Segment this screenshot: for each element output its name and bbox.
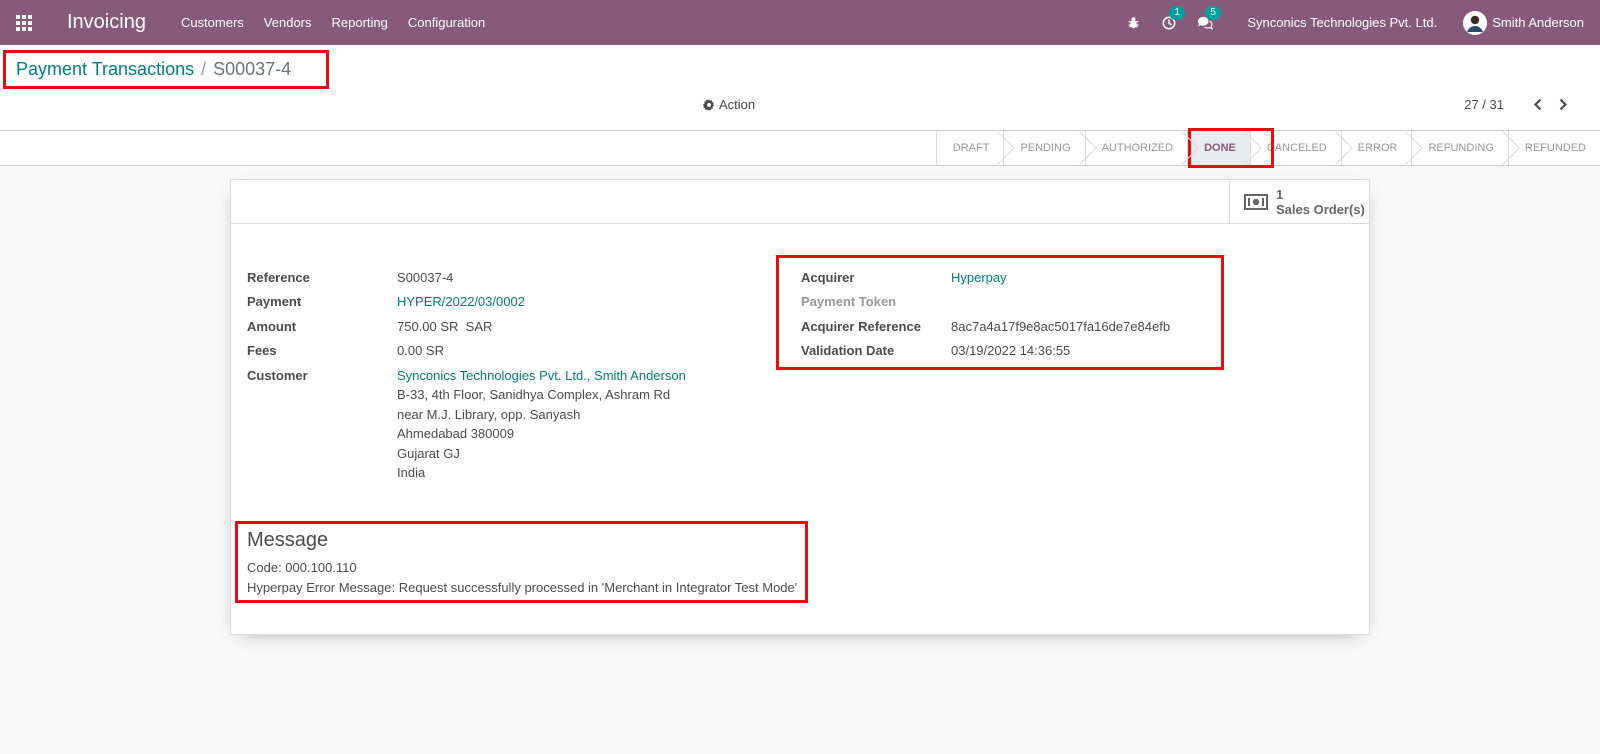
menu-reporting[interactable]: Reporting <box>332 15 388 30</box>
payment-link[interactable]: HYPER/2022/03/0002 <box>397 294 525 309</box>
activity-clock-icon[interactable]: 1 <box>1159 5 1185 33</box>
breadcrumb-separator: / <box>201 59 207 79</box>
status-stages: DRAFT PENDING AUTHORIZED DONE CANCELED E… <box>935 131 1600 165</box>
apps-menu-icon[interactable] <box>0 0 48 45</box>
gear-icon <box>703 98 715 111</box>
message-error: Hyperpay Error Message: Request successf… <box>247 580 798 595</box>
stage-canceled[interactable]: CANCELED <box>1249 131 1341 165</box>
customer-address-line: B-33, 4th Floor, Sanidhya Complex, Ashra… <box>397 387 671 402</box>
amount-label: Amount <box>247 319 297 334</box>
pager-previous-icon[interactable] <box>1530 96 1544 112</box>
payment-label: Payment <box>247 294 302 309</box>
breadcrumb-current: S00037-4 <box>213 59 292 79</box>
smart-button-box: 1 Sales Order(s) <box>231 180 1369 224</box>
debug-bug-icon[interactable] <box>1123 13 1143 33</box>
menu-vendors[interactable]: Vendors <box>264 15 312 30</box>
acquirer-reference-label: Acquirer Reference <box>801 319 921 334</box>
menu-customers[interactable]: Customers <box>181 15 244 30</box>
record-pager: 27 / 31 <box>1464 96 1570 112</box>
money-icon <box>1244 194 1268 210</box>
acquirer-label: Acquirer <box>801 270 855 285</box>
amount-value: 750.00 SR SAR <box>397 319 493 334</box>
message-count-badge: 5 <box>1205 5 1221 20</box>
stage-refunding[interactable]: REFUNDING <box>1411 131 1507 165</box>
form-sheet: 1 Sales Order(s) Reference S00037-4 Paym… <box>230 179 1370 635</box>
control-panel: Payment Transactions / S00037-4 Action 2… <box>0 45 1600 131</box>
action-label: Action <box>719 97 756 112</box>
customer-address-line: India <box>397 465 426 480</box>
breadcrumb: Payment Transactions / S00037-4 <box>16 59 291 80</box>
sales-orders-button[interactable]: 1 Sales Order(s) <box>1229 180 1369 224</box>
top-navbar: Invoicing Customers Vendors Reporting Co… <box>0 0 1600 45</box>
app-title[interactable]: Invoicing <box>67 11 146 34</box>
acquirer-link[interactable]: Hyperpay <box>951 270 1007 285</box>
stage-draft[interactable]: DRAFT <box>935 131 1004 165</box>
sales-orders-label: Sales Order(s) <box>1276 202 1365 217</box>
customer-address-line: Gujarat GJ <box>397 446 460 461</box>
company-switcher[interactable]: Synconics Technologies Pvt. Ltd. <box>1247 15 1437 30</box>
stage-authorized[interactable]: AUTHORIZED <box>1084 131 1188 165</box>
stage-pending[interactable]: PENDING <box>1003 131 1084 165</box>
fees-value: 0.00 SR <box>397 343 444 358</box>
navbar-systray: 1 5 Synconics Technologies Pvt. Ltd. Smi… <box>1123 0 1584 45</box>
reference-value: S00037-4 <box>397 270 454 285</box>
pager-value[interactable]: 27 / 31 <box>1464 97 1504 112</box>
customer-address-line: near M.J. Library, opp. Sanyash <box>397 407 581 422</box>
validation-date-label: Validation Date <box>801 343 895 358</box>
sales-orders-stat: 1 Sales Order(s) <box>1276 187 1365 217</box>
message-title: Message <box>247 529 329 551</box>
action-menu-button[interactable]: Action <box>703 97 755 112</box>
stage-refunded[interactable]: REFUNDED <box>1507 131 1600 165</box>
customer-link[interactable]: Synconics Technologies Pvt. Ltd., Smith … <box>397 368 686 383</box>
user-avatar[interactable] <box>1463 10 1488 35</box>
breadcrumb-parent-link[interactable]: Payment Transactions <box>16 59 194 80</box>
customer-label: Customer <box>247 368 308 383</box>
menu-configuration[interactable]: Configuration <box>408 15 485 30</box>
form-statusbar: DRAFT PENDING AUTHORIZED DONE CANCELED E… <box>0 131 1600 166</box>
fees-label: Fees <box>247 343 277 358</box>
payment-token-label: Payment Token <box>801 294 897 309</box>
messaging-chat-icon[interactable]: 5 <box>1195 5 1221 33</box>
reference-label: Reference <box>247 270 310 285</box>
sales-orders-count: 1 <box>1276 187 1284 202</box>
activity-count-badge: 1 <box>1169 5 1185 20</box>
pager-next-icon[interactable] <box>1556 96 1570 112</box>
acquirer-reference-value: 8ac7a4a17f9e8ac5017fa16de7e84efb <box>951 319 1171 334</box>
validation-date-value: 03/19/2022 14:36:55 <box>951 343 1071 358</box>
user-name[interactable]: Smith Anderson <box>1492 15 1584 30</box>
customer-address-line: Ahmedabad 380009 <box>397 426 515 441</box>
message-code: Code: 000.100.110 <box>247 560 357 575</box>
